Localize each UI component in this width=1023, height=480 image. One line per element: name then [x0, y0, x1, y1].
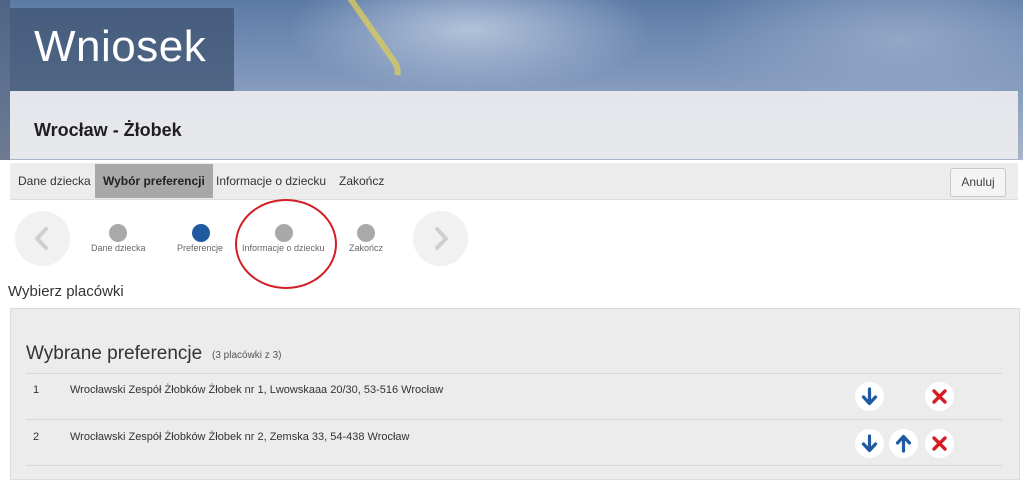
section-label: Wybierz placówki: [8, 283, 124, 300]
row-divider: [26, 465, 1002, 466]
move-down-button[interactable]: [855, 382, 884, 411]
cancel-button[interactable]: Anuluj: [950, 168, 1006, 197]
row-number: 1: [33, 384, 40, 396]
next-step-button[interactable]: [413, 211, 468, 266]
row-divider: [26, 373, 1002, 374]
preferences-count: (3 placówki z 3): [212, 350, 282, 361]
remove-icon: [932, 389, 947, 404]
facility-name: Wrocławski Zespół Żłobków Żłobek nr 1, L…: [70, 384, 444, 396]
tab-dane-dziecka[interactable]: Dane dziecka: [10, 164, 99, 198]
step-dot-zakoncz[interactable]: [357, 224, 375, 242]
row-divider: [26, 419, 1002, 420]
arrow-up-icon: [895, 434, 912, 453]
banner-decoration: [293, 0, 409, 102]
tab-zakoncz[interactable]: Zakończ: [331, 164, 392, 198]
highlight-annotation: [235, 199, 337, 289]
remove-button[interactable]: [925, 429, 954, 458]
chevron-left-icon: [35, 227, 48, 250]
step-dot-preferencje[interactable]: [192, 224, 210, 242]
tab-bar: Dane dziecka Wybór preferencji Informacj…: [10, 163, 1018, 200]
facility-name: Wrocławski Zespół Żłobków Żłobek nr 2, Z…: [70, 431, 410, 443]
remove-button[interactable]: [925, 382, 954, 411]
prev-step-button[interactable]: [15, 211, 70, 266]
page-subtitle: Wrocław - Żłobek: [34, 120, 182, 140]
arrow-down-icon: [861, 434, 878, 453]
tab-wybor-preferencji[interactable]: Wybór preferencji: [95, 164, 213, 198]
move-up-button[interactable]: [889, 429, 918, 458]
chevron-right-icon: [435, 227, 448, 250]
move-down-button[interactable]: [855, 429, 884, 458]
remove-icon: [932, 436, 947, 451]
tab-informacje-o-dziecku[interactable]: Informacje o dziecku: [208, 164, 334, 198]
preferences-title: Wybrane preferencje: [26, 343, 203, 364]
page-title: Wniosek: [34, 22, 207, 71]
step-label: Dane dziecka: [91, 243, 146, 253]
step-dot-dane-dziecka[interactable]: [109, 224, 127, 242]
arrow-down-icon: [861, 387, 878, 406]
row-number: 2: [33, 431, 40, 443]
step-label: Zakończ: [349, 243, 384, 253]
step-label: Preferencje: [177, 243, 224, 253]
banner-decoration: [0, 0, 10, 160]
